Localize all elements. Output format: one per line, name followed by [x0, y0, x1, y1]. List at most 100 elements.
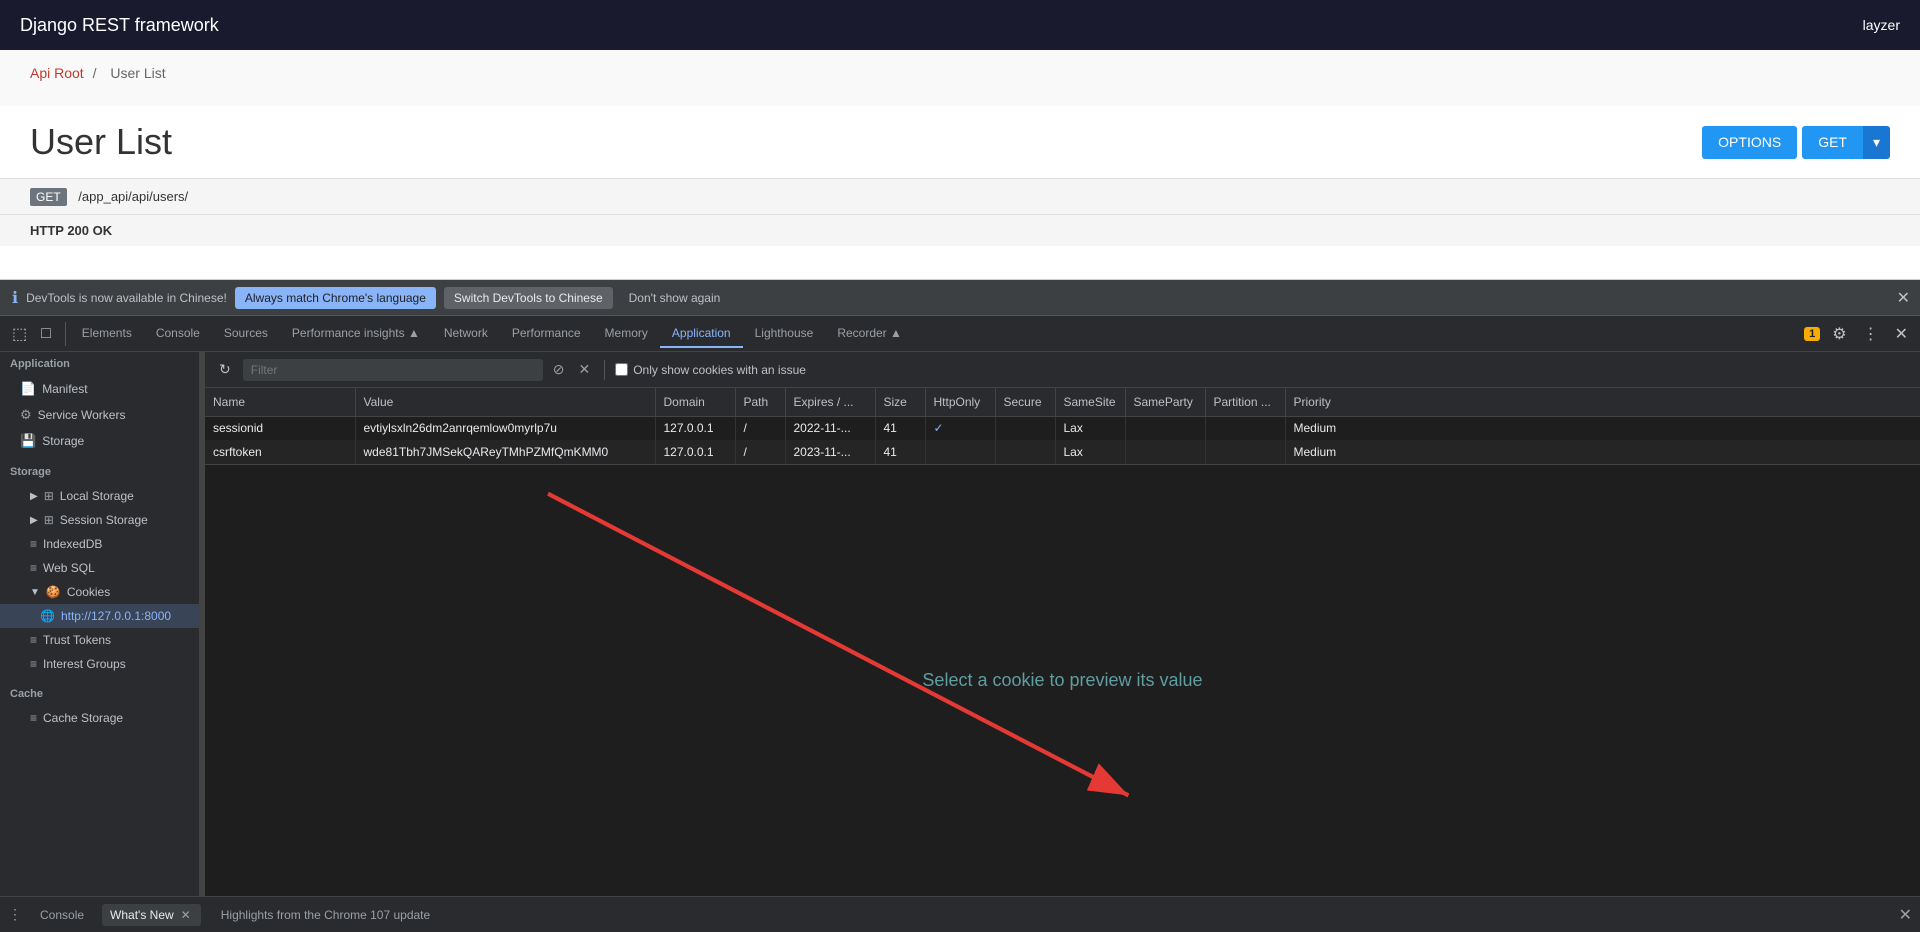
table-cell-0: sessionid [205, 416, 355, 440]
cookie-table-body: sessionidevtiylsxln26dm2anrqemlow0myrlp7… [205, 416, 1920, 464]
get-dropdown-button[interactable]: ▾ [1863, 126, 1890, 159]
sidebar-item-service-workers[interactable]: ⚙ Service Workers [0, 402, 199, 428]
website-breadcrumb-area: Api Root / User List [0, 50, 1920, 106]
only-show-issues-label[interactable]: Only show cookies with an issue [615, 363, 806, 377]
breadcrumb: Api Root / User List [30, 65, 1890, 81]
tab-sources[interactable]: Sources [212, 320, 280, 348]
dont-show-button[interactable]: Don't show again [621, 287, 729, 309]
switch-devtools-button[interactable]: Switch DevTools to Chinese [444, 287, 613, 309]
notification-close-button[interactable]: ✕ [1897, 288, 1910, 308]
table-cell-5: 41 [875, 440, 925, 464]
options-button[interactable]: OPTIONS [1702, 126, 1797, 159]
tab-memory[interactable]: Memory [593, 320, 660, 348]
table-cell-1: wde81Tbh7JMSekQAReyTMhPZMfQmKMM0 [355, 440, 655, 464]
breadcrumb-root[interactable]: Api Root [30, 65, 84, 81]
table-cell-8: Lax [1055, 416, 1125, 440]
get-method-badge: GET [30, 188, 67, 206]
col-header-priority[interactable]: Priority [1285, 388, 1920, 416]
col-header-value[interactable]: Value [355, 388, 655, 416]
devtools-tabs-bar: ⬚ □ Elements Console Sources Performance… [0, 316, 1920, 352]
col-header-path[interactable]: Path [735, 388, 785, 416]
sidebar-item-indexeddb[interactable]: ≡ IndexedDB [0, 532, 199, 556]
sidebar-item-cookies-domain[interactable]: 🌐 http://127.0.0.1:8000 [0, 604, 199, 628]
get-url: /app_api/api/users/ [78, 189, 188, 204]
cache-storage-icon: ≡ [30, 711, 37, 725]
console-tab[interactable]: Console [32, 904, 92, 926]
whats-new-tab[interactable]: What's New ✕ [102, 904, 201, 926]
websql-icon: ≡ [30, 561, 37, 575]
tab-console[interactable]: Console [144, 320, 212, 348]
filter-x-button[interactable]: ✕ [574, 359, 594, 380]
col-header-samesite[interactable]: SameSite [1055, 388, 1125, 416]
col-header-sameparty[interactable]: SameParty [1125, 388, 1205, 416]
col-header-partition[interactable]: Partition ... [1205, 388, 1285, 416]
filter-clear-button[interactable]: ⊘ [549, 359, 569, 380]
cookie-table: Name Value Domain Path Expires / ... Siz… [205, 388, 1920, 464]
console-dots-icon[interactable]: ⋮ [8, 906, 22, 923]
inspect-icon-button[interactable]: ⬚ [8, 322, 31, 346]
only-show-issues-checkbox[interactable] [615, 363, 628, 376]
tab-performance-insights[interactable]: Performance insights ▲ [280, 320, 432, 348]
trust-tokens-icon: ≡ [30, 633, 37, 647]
table-row[interactable]: sessionidevtiylsxln26dm2anrqemlow0myrlp7… [205, 416, 1920, 440]
always-match-button[interactable]: Always match Chrome's language [235, 287, 436, 309]
more-icon-button[interactable]: ⋮ [1859, 322, 1883, 346]
sidebar-item-trust-tokens[interactable]: ≡ Trust Tokens [0, 628, 199, 652]
whats-new-label: What's New [110, 908, 174, 922]
table-cell-1: evtiylsxln26dm2anrqemlow0myrlp7u [355, 416, 655, 440]
devtools-notification-bar: ℹ DevTools is now available in Chinese! … [0, 280, 1920, 316]
refresh-cookies-button[interactable]: ↻ [213, 357, 237, 382]
tab-recorder[interactable]: Recorder ▲ [825, 320, 914, 348]
sidebar-item-storage[interactable]: 💾 Storage [0, 428, 199, 454]
whats-new-close-button[interactable]: ✕ [179, 908, 193, 922]
table-cell-11: Medium [1285, 440, 1920, 464]
devtools-close-button[interactable]: ✕ [1891, 322, 1912, 346]
col-header-domain[interactable]: Domain [655, 388, 735, 416]
website-title: Django REST framework [20, 15, 219, 36]
sidebar-item-cache-storage[interactable]: ≡ Cache Storage [0, 706, 199, 730]
tab-icon-group: ⬚ □ [8, 322, 66, 346]
get-url-row: GET /app_api/api/users/ [0, 179, 1920, 215]
sidebar-section-application[interactable]: Application [0, 352, 199, 376]
col-header-expires[interactable]: Expires / ... [785, 388, 875, 416]
get-button[interactable]: GET [1802, 126, 1863, 159]
sidebar-item-manifest[interactable]: 📄 Manifest [0, 376, 199, 402]
breadcrumb-sep: / [93, 65, 97, 81]
breadcrumb-current: User List [110, 65, 165, 81]
cookie-toolbar: ↻ ⊘ ✕ Only show cookies with an issue [205, 352, 1920, 388]
col-header-secure[interactable]: Secure [995, 388, 1055, 416]
tab-elements[interactable]: Elements [70, 320, 144, 348]
table-cell-11: Medium [1285, 416, 1920, 440]
table-cell-2: 127.0.0.1 [655, 416, 735, 440]
sidebar-item-interest-groups[interactable]: ≡ Interest Groups [0, 652, 199, 676]
sidebar-section-cache[interactable]: Cache [0, 682, 199, 706]
col-header-size[interactable]: Size [875, 388, 925, 416]
table-cell-6 [925, 440, 995, 464]
tab-application[interactable]: Application [660, 320, 743, 348]
sidebar-item-websql[interactable]: ≡ Web SQL [0, 556, 199, 580]
sidebar-local-storage-label: Local Storage [60, 489, 134, 503]
sidebar-item-local-storage[interactable]: ▶ ⊞ Local Storage [0, 484, 199, 508]
info-icon: ℹ [12, 288, 18, 308]
sidebar-section-storage[interactable]: Storage [0, 460, 199, 484]
only-show-issues-text: Only show cookies with an issue [633, 363, 806, 377]
tab-performance[interactable]: Performance [500, 320, 593, 348]
sidebar-item-session-storage[interactable]: ▶ ⊞ Session Storage [0, 508, 199, 532]
highlights-text: Highlights from the Chrome 107 update [211, 908, 440, 922]
table-cell-0: csrftoken [205, 440, 355, 464]
settings-icon-button[interactable]: ⚙ [1828, 322, 1850, 346]
tab-network[interactable]: Network [432, 320, 500, 348]
sidebar-item-cookies[interactable]: ▼ 🍪 Cookies [0, 580, 199, 604]
cookie-table-header-row: Name Value Domain Path Expires / ... Siz… [205, 388, 1920, 416]
cookie-table-area: Name Value Domain Path Expires / ... Siz… [205, 388, 1920, 465]
website-area: Django REST framework layzer Api Root / … [0, 0, 1920, 280]
col-header-name[interactable]: Name [205, 388, 355, 416]
website-header: Django REST framework layzer [0, 0, 1920, 50]
tab-lighthouse[interactable]: Lighthouse [743, 320, 826, 348]
col-header-httponly[interactable]: HttpOnly [925, 388, 995, 416]
local-storage-icon: ⊞ [44, 489, 54, 503]
device-icon-button[interactable]: □ [37, 323, 55, 345]
console-close-button[interactable]: ✕ [1899, 905, 1912, 925]
cookie-filter-input[interactable] [243, 359, 543, 381]
table-row[interactable]: csrftokenwde81Tbh7JMSekQAReyTMhPZMfQmKMM… [205, 440, 1920, 464]
